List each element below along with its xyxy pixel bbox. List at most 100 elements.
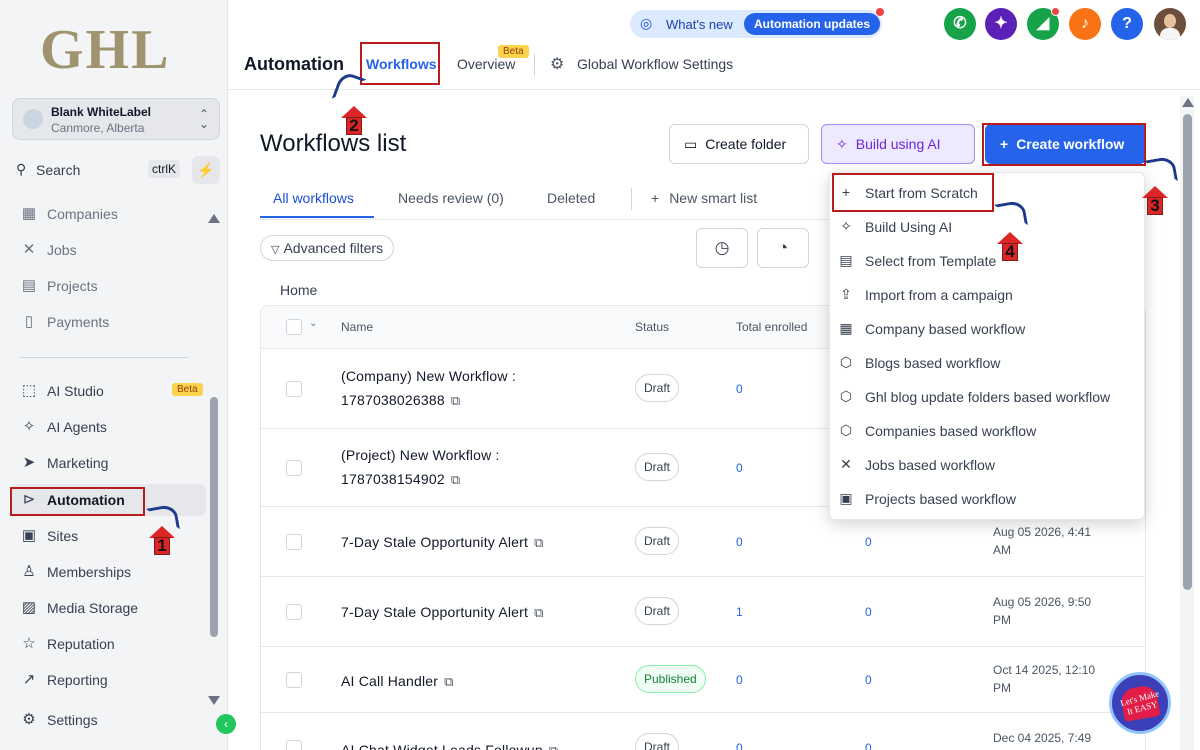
menu-item-build-using-ai[interactable]: ✧ Build Using AI bbox=[830, 209, 1146, 243]
active-count[interactable]: 0 bbox=[865, 741, 872, 750]
beta-badge: Beta bbox=[498, 45, 529, 58]
row-checkbox[interactable] bbox=[286, 740, 302, 750]
sidebar-item-ai-studio[interactable]: ⬚ AI Studio Beta bbox=[12, 375, 206, 407]
enrolled-count[interactable]: 0 bbox=[736, 461, 743, 475]
sidebar-item-reporting[interactable]: ↗ Reporting bbox=[12, 664, 206, 696]
menu-item-import-from-campaign[interactable]: ⇪ Import from a campaign bbox=[830, 277, 1146, 311]
workflow-name[interactable]: AI Chat Widget Leads Followup ⧉ bbox=[341, 738, 558, 750]
enrolled-count[interactable]: 1 bbox=[736, 605, 743, 619]
tab-needs-review[interactable]: Needs review (0) bbox=[398, 190, 504, 206]
sidebar-search[interactable]: ⚲ Search ctrlK bbox=[12, 156, 186, 184]
menu-item-label: Jobs based workflow bbox=[865, 457, 995, 473]
sidebar-item-companies[interactable]: ▦ Companies bbox=[12, 198, 206, 230]
status-badge: Draft bbox=[635, 597, 680, 625]
table-row[interactable]: AI Call Handler ⧉ Published 0 0 Oct 14 20… bbox=[261, 647, 1145, 713]
enrolled-count[interactable]: 0 bbox=[736, 535, 743, 549]
row-checkbox[interactable] bbox=[286, 381, 302, 397]
external-link-icon[interactable]: ⧉ bbox=[451, 472, 460, 487]
active-count[interactable]: 0 bbox=[865, 605, 872, 619]
avatar[interactable] bbox=[1154, 8, 1186, 40]
build-using-ai-button[interactable]: ✧ Build using AI bbox=[821, 124, 975, 164]
whats-new-pill[interactable]: ◎ What's new Automation updates bbox=[630, 8, 884, 38]
column-name[interactable]: Name bbox=[341, 320, 373, 334]
advanced-filters-button[interactable]: ▽ Advanced filters bbox=[260, 235, 395, 261]
sidebar-item-jobs[interactable]: ✕ Jobs bbox=[12, 234, 206, 266]
sidebar-item-reputation[interactable]: ☆ Reputation bbox=[12, 628, 206, 660]
megaphone-icon[interactable]: ◢ bbox=[1027, 7, 1060, 40]
workflow-name[interactable]: AI Call Handler ⧉ bbox=[341, 669, 454, 694]
enrolled-count[interactable]: 0 bbox=[736, 741, 743, 750]
menu-item-ghl-blog-folders-workflow[interactable]: ⬡ Ghl blog update folders based workflow bbox=[830, 379, 1146, 413]
row-checkbox[interactable] bbox=[286, 604, 302, 620]
ai-assistant-icon[interactable]: ✦ bbox=[985, 8, 1017, 40]
beta-badge: Beta bbox=[172, 383, 203, 396]
sidebar-scroll-down-icon[interactable] bbox=[208, 696, 220, 705]
whats-new-label: What's new bbox=[666, 17, 733, 32]
workflow-name[interactable]: 7-Day Stale Opportunity Alert ⧉ bbox=[341, 530, 544, 555]
phone-icon[interactable]: ✆ bbox=[944, 8, 976, 40]
column-total-enrolled[interactable]: Total enrolled bbox=[736, 320, 807, 334]
quick-action-bolt-icon[interactable]: ⚡ bbox=[192, 156, 220, 184]
menu-item-company-based-workflow[interactable]: ▦ Company based workflow bbox=[830, 311, 1146, 345]
menu-item-select-from-template[interactable]: ▤ Select from Template bbox=[830, 243, 1146, 277]
workflow-name-text: AI Call Handler bbox=[341, 673, 439, 689]
breadcrumb[interactable]: Home bbox=[280, 282, 317, 298]
page-scroll-up-icon[interactable] bbox=[1182, 98, 1194, 107]
create-folder-button[interactable]: ▭ Create folder bbox=[669, 124, 809, 164]
clock-icon[interactable]: ◔ bbox=[757, 228, 809, 268]
account-switcher[interactable]: Blank WhiteLabel Canmore, Alberta ⌃ ⌄ bbox=[12, 98, 220, 140]
external-link-icon[interactable]: ⧉ bbox=[549, 743, 558, 750]
step-number: 1 bbox=[157, 536, 167, 555]
workflow-name[interactable]: (Project) New Workflow : 1787038154902 ⧉ bbox=[341, 443, 500, 492]
sidebar-scrollbar[interactable] bbox=[210, 397, 218, 637]
tab-deleted[interactable]: Deleted bbox=[547, 190, 595, 206]
sidebar-item-label: Payments bbox=[47, 314, 110, 330]
enrolled-count[interactable]: 0 bbox=[736, 382, 743, 396]
page-scrollbar[interactable] bbox=[1183, 114, 1192, 590]
table-row[interactable]: 7-Day Stale Opportunity Alert ⧉ Draft 1 0… bbox=[261, 577, 1145, 647]
row-checkbox[interactable] bbox=[286, 534, 302, 550]
gear-icon: ⚙ bbox=[22, 711, 36, 728]
external-link-icon[interactable]: ⧉ bbox=[534, 535, 543, 550]
history-icon[interactable]: ◷ bbox=[696, 228, 748, 268]
table-row[interactable]: AI Chat Widget Leads Followup ⧉ Draft 0 0… bbox=[261, 713, 1145, 750]
sidebar-item-marketing[interactable]: ➤ Marketing bbox=[12, 447, 206, 479]
active-count[interactable]: 0 bbox=[865, 535, 872, 549]
status-badge: Published bbox=[635, 665, 706, 693]
active-count[interactable]: 0 bbox=[865, 673, 872, 687]
tab-overview[interactable]: Overview bbox=[457, 56, 515, 72]
external-link-icon[interactable]: ⧉ bbox=[444, 674, 453, 689]
workflow-name[interactable]: (Company) New Workflow : 1787038026388 ⧉ bbox=[341, 364, 516, 413]
workflow-name[interactable]: 7-Day Stale Opportunity Alert ⧉ bbox=[341, 600, 544, 625]
row-checkbox[interactable] bbox=[286, 460, 302, 476]
external-link-icon[interactable]: ⧉ bbox=[534, 605, 543, 620]
column-status[interactable]: Status bbox=[635, 320, 669, 334]
sidebar-item-label: Media Storage bbox=[47, 600, 139, 616]
create-workflow-menu: + Start from Scratch ✧ Build Using AI ▤ Sel… bbox=[829, 172, 1145, 520]
menu-item-companies-based-workflow[interactable]: ⬡ Companies based workflow bbox=[830, 413, 1146, 447]
tab-all-workflows[interactable]: All workflows bbox=[273, 190, 354, 206]
menu-item-jobs-based-workflow[interactable]: ✕ Jobs based workflow bbox=[830, 447, 1146, 481]
menu-item-label: Select from Template bbox=[865, 253, 997, 269]
chevron-down-icon[interactable]: ⌄ bbox=[309, 318, 317, 329]
enrolled-count[interactable]: 0 bbox=[736, 673, 743, 687]
collapse-sidebar-icon[interactable]: ‹ bbox=[216, 714, 236, 734]
external-link-icon[interactable]: ⧉ bbox=[451, 393, 460, 408]
select-all-checkbox[interactable] bbox=[286, 319, 302, 335]
row-checkbox[interactable] bbox=[286, 672, 302, 688]
sidebar-item-media-storage[interactable]: ▨ Media Storage bbox=[12, 592, 206, 624]
menu-item-blogs-based-workflow[interactable]: ⬡ Blogs based workflow bbox=[830, 345, 1146, 379]
sidebar-item-memberships[interactable]: ♙ Memberships bbox=[12, 556, 206, 588]
sidebar-item-settings[interactable]: ⚙ Settings bbox=[12, 704, 206, 736]
tab-global-workflow-settings[interactable]: Global Workflow Settings bbox=[577, 56, 733, 72]
sidebar-item-projects[interactable]: ▤ Projects bbox=[12, 270, 206, 302]
new-smart-list-button[interactable]: + New smart list bbox=[651, 190, 757, 206]
bell-icon[interactable]: ♪ bbox=[1069, 8, 1101, 40]
sidebar-scroll-up-icon[interactable] bbox=[208, 214, 220, 223]
help-icon[interactable]: ? bbox=[1111, 8, 1143, 40]
automation-updates-button[interactable]: Automation updates bbox=[744, 13, 880, 35]
sidebar-item-ai-agents[interactable]: ✧ AI Agents bbox=[12, 411, 206, 443]
active-tab-underline bbox=[260, 216, 374, 218]
sidebar-item-payments[interactable]: ▯ Payments bbox=[12, 306, 206, 338]
menu-item-projects-based-workflow[interactable]: ▣ Projects based workflow bbox=[830, 481, 1146, 515]
